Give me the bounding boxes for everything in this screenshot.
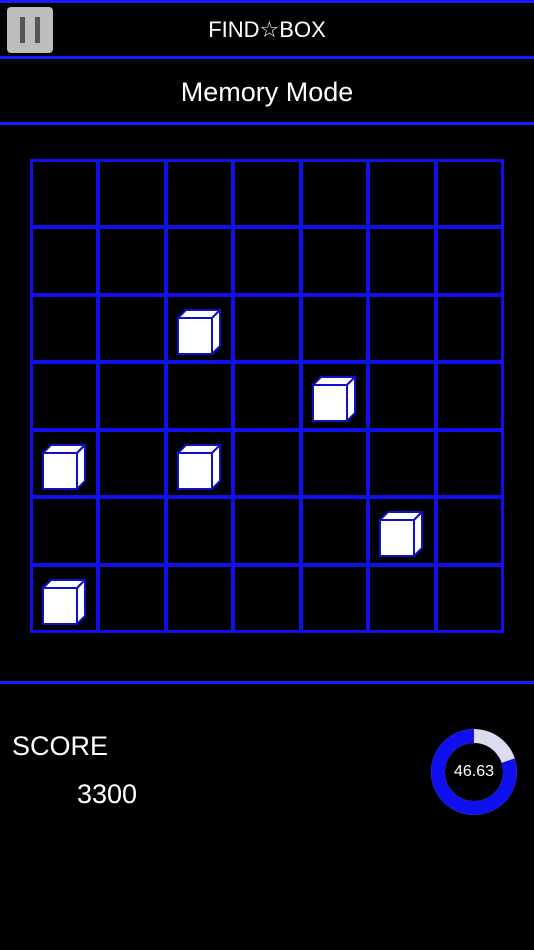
grid-cell[interactable]	[235, 431, 299, 496]
grid-cell[interactable]	[235, 566, 299, 630]
grid-cell[interactable]	[437, 364, 501, 428]
grid-cell[interactable]	[167, 364, 232, 428]
score-label: SCORE	[12, 731, 109, 761]
grid-cell[interactable]	[370, 566, 434, 630]
grid-cell[interactable]	[437, 229, 501, 293]
grid-cell[interactable]	[302, 431, 367, 496]
grid-cell[interactable]	[370, 229, 434, 293]
grid-cell[interactable]	[370, 364, 434, 428]
box-icon	[379, 511, 424, 558]
timer-value: 46.63	[453, 763, 495, 780]
grid-cell[interactable]	[100, 296, 164, 361]
divider	[0, 681, 534, 684]
grid-cell[interactable]	[235, 296, 299, 361]
score-value: 3300	[77, 779, 138, 809]
grid-cell[interactable]	[33, 364, 97, 428]
grid-cell[interactable]	[167, 296, 232, 361]
grid-cell[interactable]	[302, 566, 367, 630]
grid-cell[interactable]	[370, 296, 434, 361]
grid-cell[interactable]	[33, 296, 97, 361]
box-icon	[311, 376, 356, 423]
grid-cell[interactable]	[437, 296, 501, 361]
grid-cell[interactable]	[100, 431, 164, 496]
grid-cell[interactable]	[100, 229, 164, 293]
grid-cell[interactable]	[437, 162, 501, 226]
grid-cell[interactable]	[235, 364, 299, 428]
grid-cell[interactable]	[437, 566, 501, 630]
box-icon	[176, 308, 221, 355]
game-grid	[30, 159, 504, 633]
box-icon	[42, 443, 86, 490]
grid-cell[interactable]	[370, 162, 434, 226]
grid-cell[interactable]	[100, 499, 164, 563]
grid-cell[interactable]	[167, 499, 232, 563]
grid-cell[interactable]	[33, 162, 97, 226]
box-icon	[176, 443, 221, 490]
grid-cell[interactable]	[235, 229, 299, 293]
grid-cell[interactable]	[370, 499, 434, 563]
grid-cell[interactable]	[167, 229, 232, 293]
grid-cell[interactable]	[33, 566, 97, 630]
box-icon	[42, 578, 86, 625]
grid-cell[interactable]	[437, 499, 501, 563]
top-bar: FIND☆BOX	[0, 0, 534, 59]
grid-cell[interactable]	[235, 162, 299, 226]
grid-cell[interactable]	[302, 296, 367, 361]
grid-cell[interactable]	[437, 431, 501, 496]
grid-cell[interactable]	[302, 499, 367, 563]
grid-cell[interactable]	[100, 162, 164, 226]
grid-cell[interactable]	[33, 431, 97, 496]
grid-cell[interactable]	[100, 364, 164, 428]
mode-title: Memory Mode	[180, 77, 354, 107]
grid-cell[interactable]	[302, 229, 367, 293]
grid-cell[interactable]	[302, 162, 367, 226]
grid-cell[interactable]	[235, 499, 299, 563]
grid-cell[interactable]	[167, 431, 232, 496]
board-area	[0, 125, 534, 685]
grid-cell[interactable]	[370, 431, 434, 496]
grid-cell[interactable]	[33, 499, 97, 563]
mode-bar: Memory Mode	[0, 59, 534, 125]
grid-cell[interactable]	[167, 566, 232, 630]
grid-cell[interactable]	[167, 162, 232, 226]
grid-cell[interactable]	[100, 566, 164, 630]
grid-cell[interactable]	[302, 364, 367, 428]
grid-cell[interactable]	[33, 229, 97, 293]
app-title: FIND☆BOX	[208, 17, 326, 42]
